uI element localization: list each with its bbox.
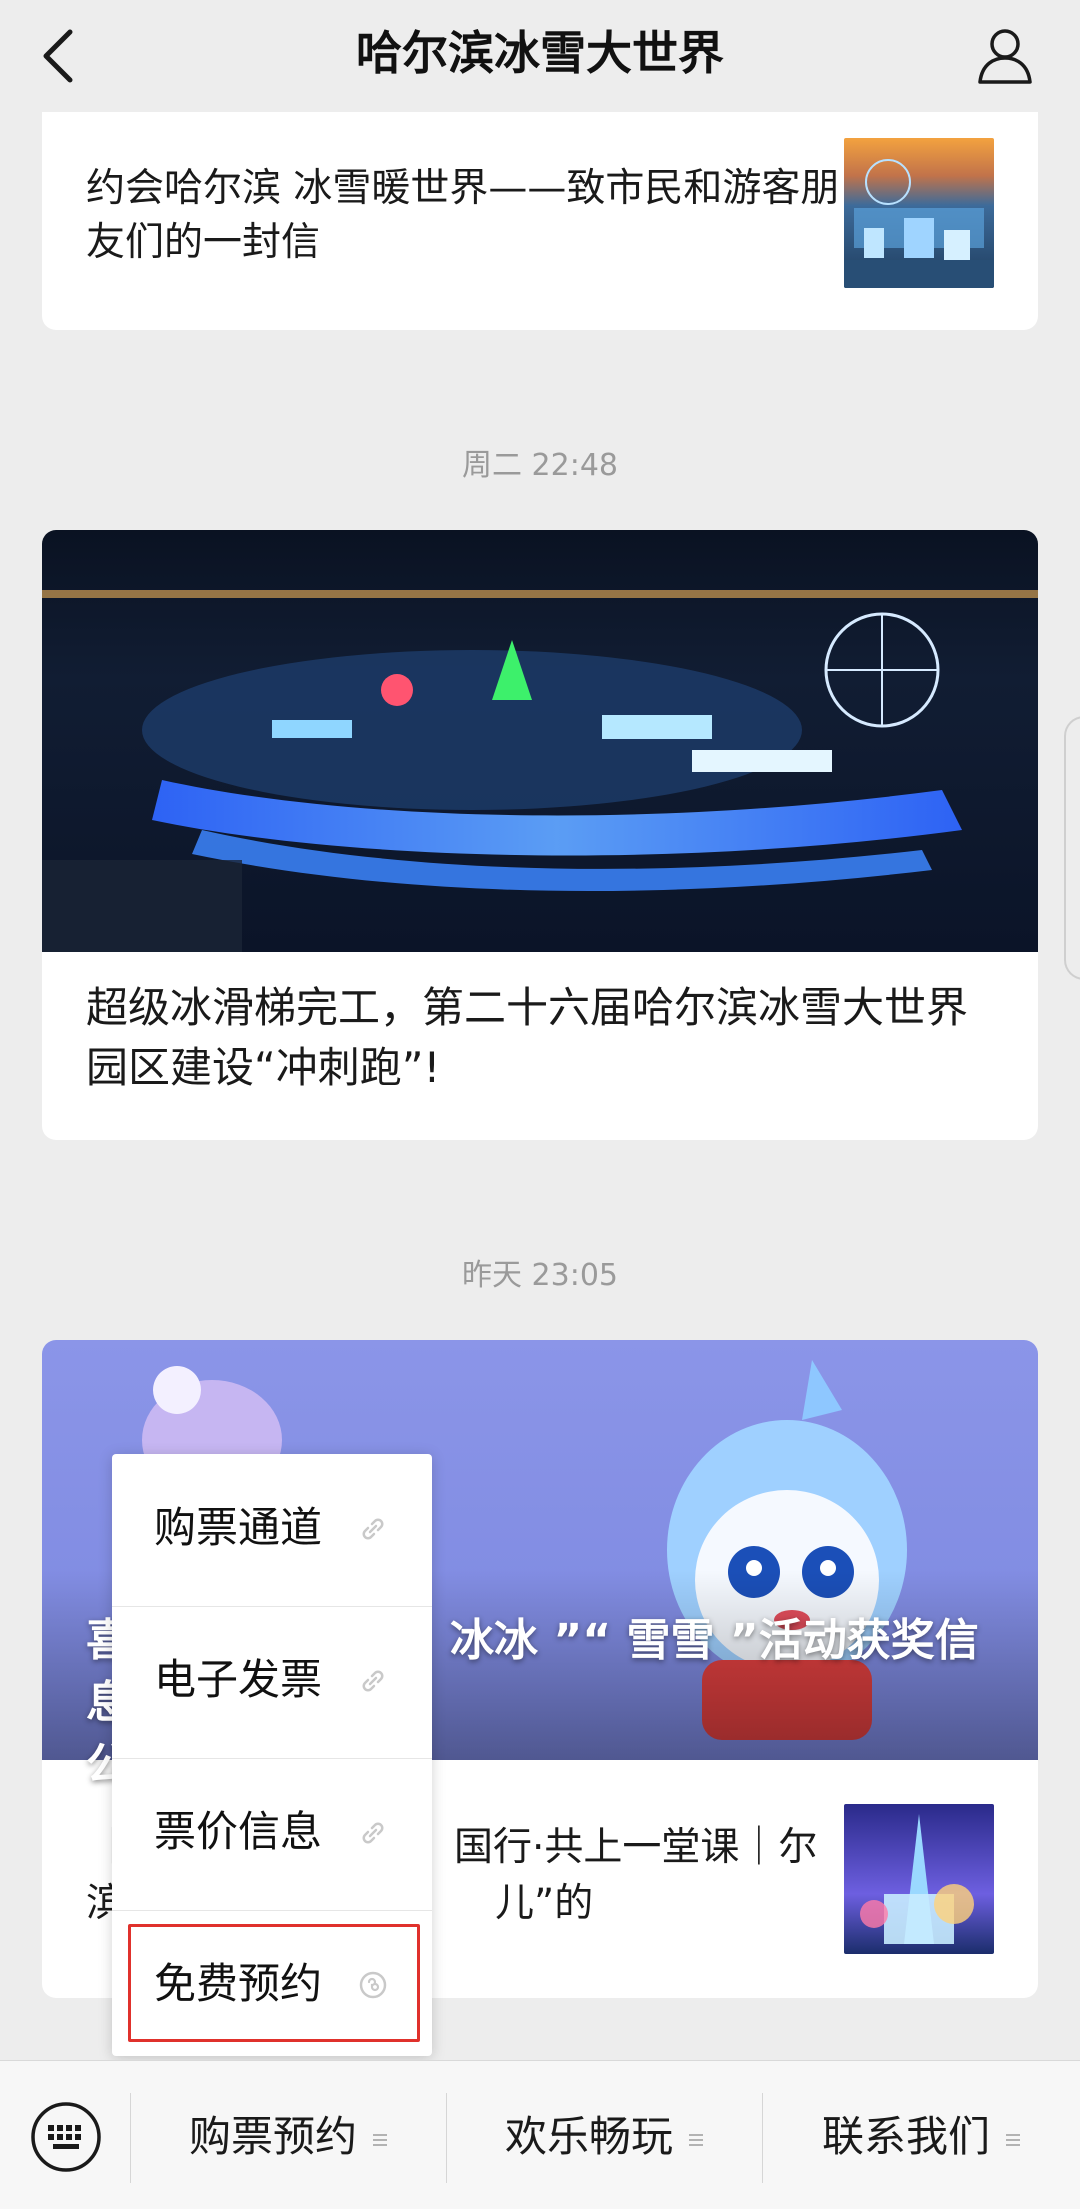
article-card[interactable]: 超级冰滑梯完工，第二十六届哈尔滨冰雪大世界园区建设“冲刺跑”! bbox=[42, 530, 1038, 1140]
menu-item-label: 票价信息 bbox=[154, 1807, 323, 1856]
menu-item-ticket-price[interactable]: 票价信息 bbox=[112, 1758, 432, 1910]
timestamp: 昨天 23:05 bbox=[462, 1258, 618, 1293]
article-cover-image bbox=[42, 530, 1038, 952]
link-icon bbox=[362, 1670, 384, 1692]
navigation-bar: 哈尔滨冰雪大世界 bbox=[0, 0, 1080, 118]
article-title: 超级冰滑梯完工，第二十六届哈尔滨冰雪大世界园区建设“冲刺跑”! bbox=[86, 983, 969, 1092]
chevron-left-icon[interactable] bbox=[36, 26, 80, 86]
link-icon bbox=[362, 1518, 384, 1540]
article-thumbnail bbox=[844, 138, 994, 288]
submenu-icon bbox=[1006, 2133, 1020, 2146]
menu-label: 欢乐畅玩 bbox=[504, 2112, 673, 2161]
divider bbox=[446, 2093, 447, 2183]
timestamp: 周二 22:48 bbox=[462, 448, 618, 483]
menu-ticket-reservation[interactable]: 购票预约 bbox=[132, 2105, 446, 2169]
popup-submenu: 购票通道 电子发票 票价信息 免费预约 bbox=[112, 1454, 432, 2056]
menu-fun-play[interactable]: 欢乐畅玩 bbox=[448, 2105, 762, 2169]
divider bbox=[130, 2093, 131, 2183]
menu-label: 购票预约 bbox=[188, 2112, 357, 2161]
divider bbox=[762, 2093, 763, 2183]
menu-item-e-invoice[interactable]: 电子发票 bbox=[112, 1606, 432, 1758]
keyboard-icon[interactable] bbox=[30, 2101, 102, 2173]
menu-contact-us[interactable]: 联系我们 bbox=[764, 2105, 1080, 2169]
bottom-menu-bar: 购票预约 欢乐畅玩 联系我们 bbox=[0, 2060, 1080, 2209]
article-card[interactable]: 约会哈尔滨 冰雪暖世界——致市民和游客朋友们的一封信 bbox=[42, 112, 1038, 330]
highlight-box bbox=[128, 1924, 420, 2042]
page-title: 哈尔滨冰雪大世界 bbox=[356, 26, 724, 80]
person-icon[interactable] bbox=[974, 24, 1036, 86]
article-title: 约会哈尔滨 冰雪暖世界——致市民和游客朋友们的一封信 bbox=[86, 166, 840, 265]
link-icon bbox=[362, 1822, 384, 1844]
article-thumbnail bbox=[844, 1804, 994, 1954]
menu-item-label: 购票通道 bbox=[154, 1503, 323, 1552]
submenu-icon bbox=[373, 2133, 387, 2146]
menu-item-ticket-channel[interactable]: 购票通道 bbox=[112, 1454, 432, 1606]
menu-item-label: 电子发票 bbox=[154, 1655, 323, 1704]
submenu-icon bbox=[689, 2133, 703, 2146]
menu-label: 联系我们 bbox=[821, 2112, 990, 2161]
side-drag-handle[interactable] bbox=[1064, 716, 1080, 980]
